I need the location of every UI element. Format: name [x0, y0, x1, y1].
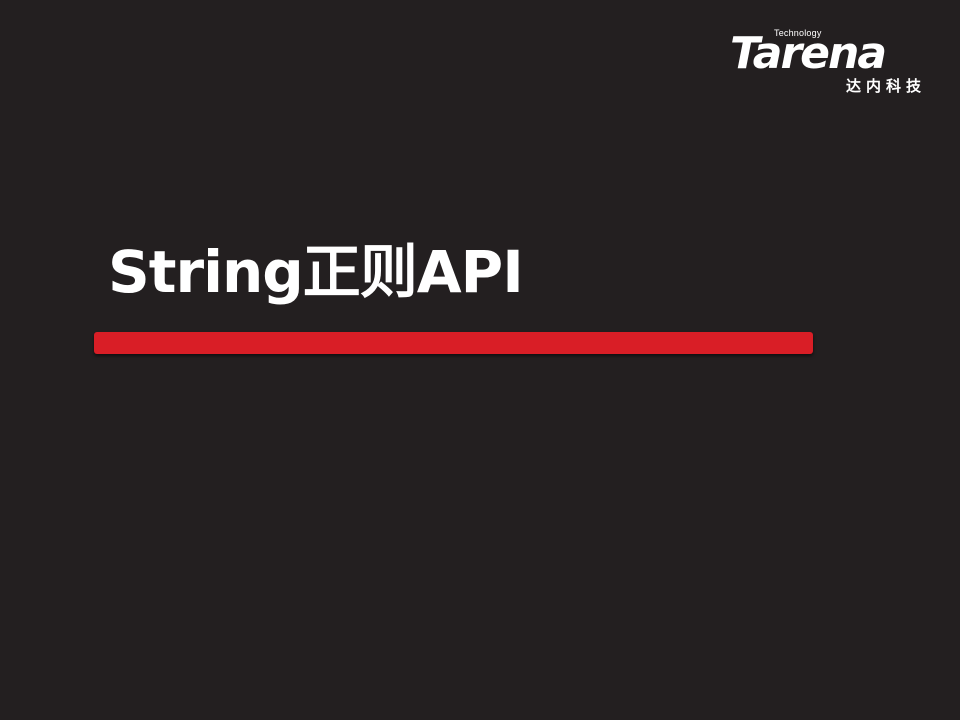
- slide-title: String正则API: [108, 238, 524, 306]
- logo-chinese-label: 达内科技: [845, 77, 926, 95]
- tarena-logo: Tarena Technology 达内科技: [730, 26, 926, 98]
- slide: Tarena Technology 达内科技 String正则API: [0, 0, 960, 720]
- logo-technology-label: Technology: [774, 28, 822, 38]
- title-accent-bar: [94, 332, 813, 354]
